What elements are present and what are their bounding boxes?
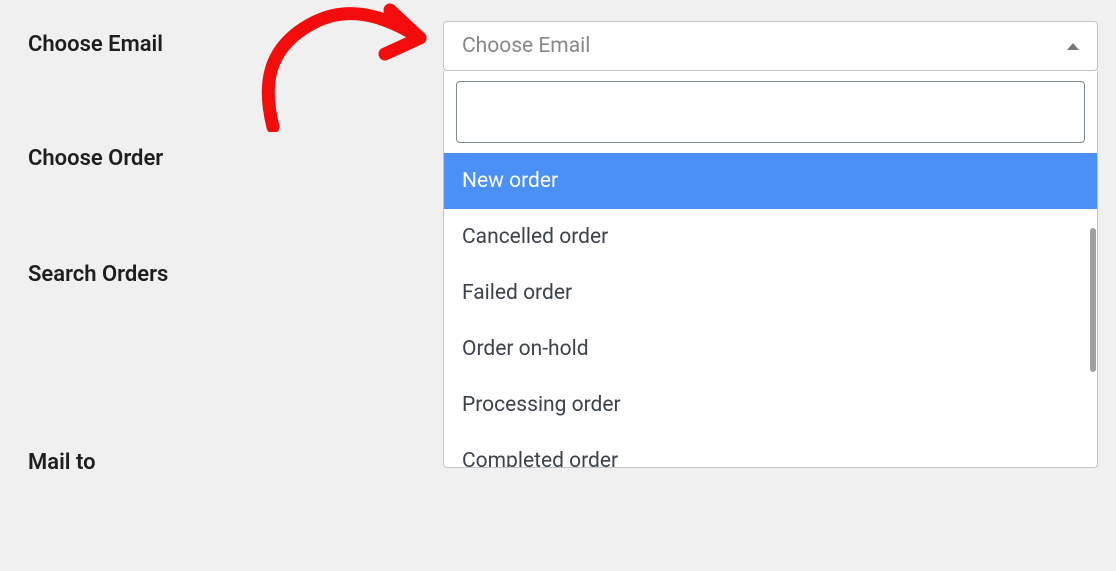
row-choose-email: Choose Email [0, 32, 443, 57]
dropdown-panel: New order Cancelled order Failed order O… [443, 71, 1098, 468]
dropdown-options-list: New order Cancelled order Failed order O… [444, 153, 1097, 467]
dropdown-search-input[interactable] [456, 81, 1085, 143]
label-mail-to: Mail to [28, 450, 443, 475]
select-placeholder: Choose Email [462, 34, 590, 58]
option-new-order[interactable]: New order [444, 153, 1097, 209]
row-choose-order: Choose Order [0, 146, 443, 171]
row-mail-to: Mail to [0, 450, 443, 475]
scrollbar-thumb[interactable] [1090, 228, 1096, 372]
choose-email-dropdown: Choose Email New order Cancelled order F… [443, 21, 1098, 468]
option-completed-order[interactable]: Completed order [444, 433, 1097, 467]
chevron-up-icon [1067, 43, 1079, 50]
select-header[interactable]: Choose Email [443, 21, 1098, 71]
annotation-arrow [245, 0, 445, 132]
label-search-orders: Search Orders [28, 262, 443, 287]
option-processing-order[interactable]: Processing order [444, 377, 1097, 433]
dropdown-search-wrap [444, 71, 1097, 153]
option-cancelled-order[interactable]: Cancelled order [444, 209, 1097, 265]
row-search-orders: Search Orders [0, 262, 443, 287]
label-choose-order: Choose Order [28, 146, 443, 171]
option-order-on-hold[interactable]: Order on-hold [444, 321, 1097, 377]
option-failed-order[interactable]: Failed order [444, 265, 1097, 321]
label-choose-email: Choose Email [28, 32, 443, 57]
